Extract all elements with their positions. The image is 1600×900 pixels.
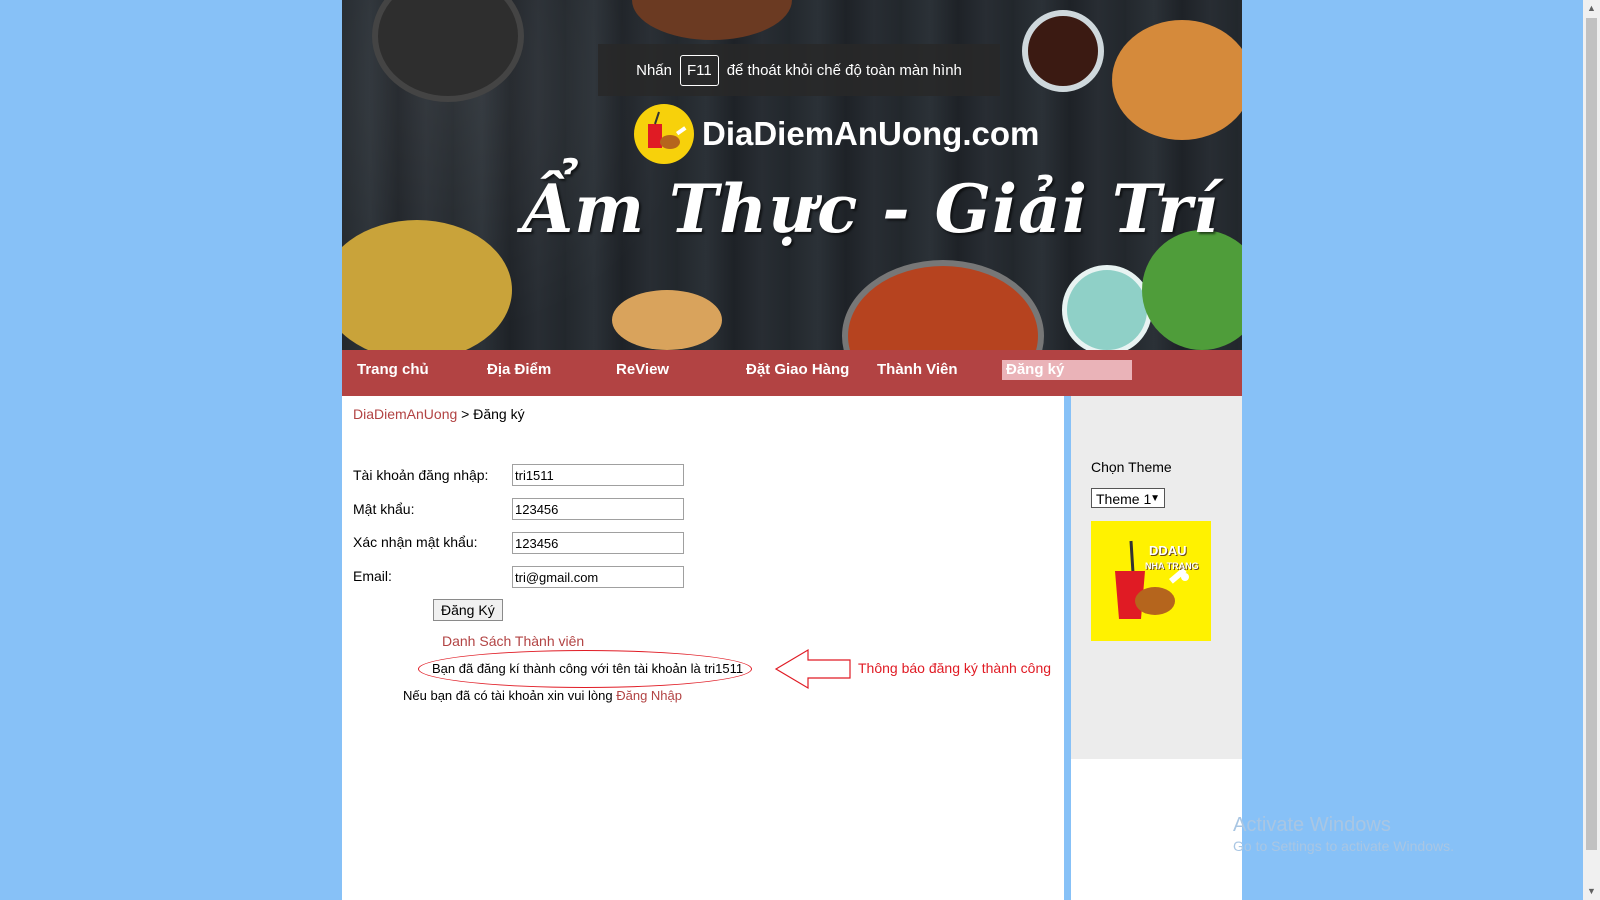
password-label: Mật khẩu: xyxy=(353,501,415,517)
member-list-link[interactable]: Danh Sách Thành viên xyxy=(442,633,584,649)
cup-image xyxy=(1062,265,1152,350)
nav-item-home[interactable]: Trang chủ xyxy=(353,350,433,396)
steak-plate-image xyxy=(632,0,792,40)
password-input[interactable] xyxy=(512,498,684,520)
breadcrumb-home-link[interactable]: DiaDiemAnUong xyxy=(353,406,457,422)
success-message: Bạn đã đăng kí thành công với tên tài kh… xyxy=(432,661,744,676)
login-note: Nếu bạn đã có tài khoản xin vui lòng Đăn… xyxy=(403,688,682,703)
banh-mi-image xyxy=(1112,20,1242,140)
username-label: Tài khoản đăng nhập: xyxy=(353,467,489,483)
theme-label: Chọn Theme xyxy=(1091,459,1172,475)
annotation-text: Thông báo đăng ký thành công xyxy=(858,660,1052,676)
scroll-down-icon[interactable]: ▼ xyxy=(1583,883,1600,900)
header-banner: Nhấn F11 để thoát khỏi chế độ toàn màn h… xyxy=(342,0,1242,350)
scrollbar-thumb[interactable] xyxy=(1586,18,1597,850)
email-input[interactable] xyxy=(512,566,684,588)
theme-select[interactable]: Theme 1 ▼ xyxy=(1091,488,1165,508)
nav-item-delivery[interactable]: Đặt Giao Hàng xyxy=(742,350,853,396)
fullscreen-hint-suffix: để thoát khỏi chế độ toàn màn hình xyxy=(726,61,962,79)
banh-xeo-image xyxy=(342,220,512,350)
nav-item-register[interactable]: Đăng ký xyxy=(1002,360,1132,380)
logo-line1: DDAU xyxy=(1149,543,1187,558)
drink-chicken-logo-icon xyxy=(1115,540,1189,619)
scroll-up-icon[interactable]: ▲ xyxy=(1583,0,1600,17)
logo-line2: NHA TRANG xyxy=(1145,561,1199,571)
sidebar-gap xyxy=(1064,396,1071,900)
confirm-password-label: Xác nhận mật khẩu: xyxy=(353,534,478,550)
ddau-logo-image: DDAU NHA TRANG xyxy=(1091,521,1211,641)
register-button[interactable]: Đăng Ký xyxy=(433,599,503,621)
brand-name: DiaDiemAnUong.com xyxy=(702,115,1040,152)
windows-activation-subtitle: Go to Settings to activate Windows. xyxy=(1233,838,1454,854)
login-link[interactable]: Đăng Nhập xyxy=(616,688,682,703)
left-arrow-icon xyxy=(774,648,851,690)
soup-bowl-image xyxy=(842,260,1044,350)
brand: DiaDiemAnUong.com xyxy=(634,104,1039,164)
chevron-down-icon: ▼ xyxy=(1150,493,1160,504)
breadcrumb-separator: > xyxy=(461,406,470,422)
sauce-bowl-image xyxy=(1022,10,1104,92)
windows-activation-title: Activate Windows xyxy=(1233,814,1391,836)
theme-selected-value: Theme 1 xyxy=(1096,491,1152,507)
nav-item-review[interactable]: ReView xyxy=(612,350,673,396)
fullscreen-hint: Nhấn F11 để thoát khỏi chế độ toàn màn h… xyxy=(598,44,1000,96)
page-container: Nhấn F11 để thoát khỏi chế độ toàn màn h… xyxy=(342,0,1242,900)
main-nav: Trang chủ Địa Điểm ReView Đặt Giao Hàng … xyxy=(342,350,1242,396)
spring-roll-image xyxy=(1142,230,1242,350)
login-note-text: Nếu bạn đã có tài khoản xin vui lòng xyxy=(403,688,613,703)
email-label: Email: xyxy=(353,568,392,584)
breadcrumb: DiaDiemAnUong > Đăng ký xyxy=(353,406,525,422)
nav-item-places[interactable]: Địa Điểm xyxy=(483,350,555,396)
username-input[interactable] xyxy=(512,464,684,486)
drink-chicken-logo-icon xyxy=(634,104,694,164)
bread-image xyxy=(612,290,722,350)
camera-image xyxy=(372,0,524,102)
confirm-password-input[interactable] xyxy=(512,532,684,554)
fullscreen-hint-prefix: Nhấn xyxy=(636,61,672,79)
nav-item-members[interactable]: Thành Viên xyxy=(873,350,962,396)
sidebar: Chọn Theme Theme 1 ▼ DDAU NHA TRANG xyxy=(1071,396,1242,759)
f11-key: F11 xyxy=(679,54,719,86)
breadcrumb-current: Đăng ký xyxy=(473,406,525,422)
slogan: Ẩm Thực - Giải Trí xyxy=(522,170,1220,248)
